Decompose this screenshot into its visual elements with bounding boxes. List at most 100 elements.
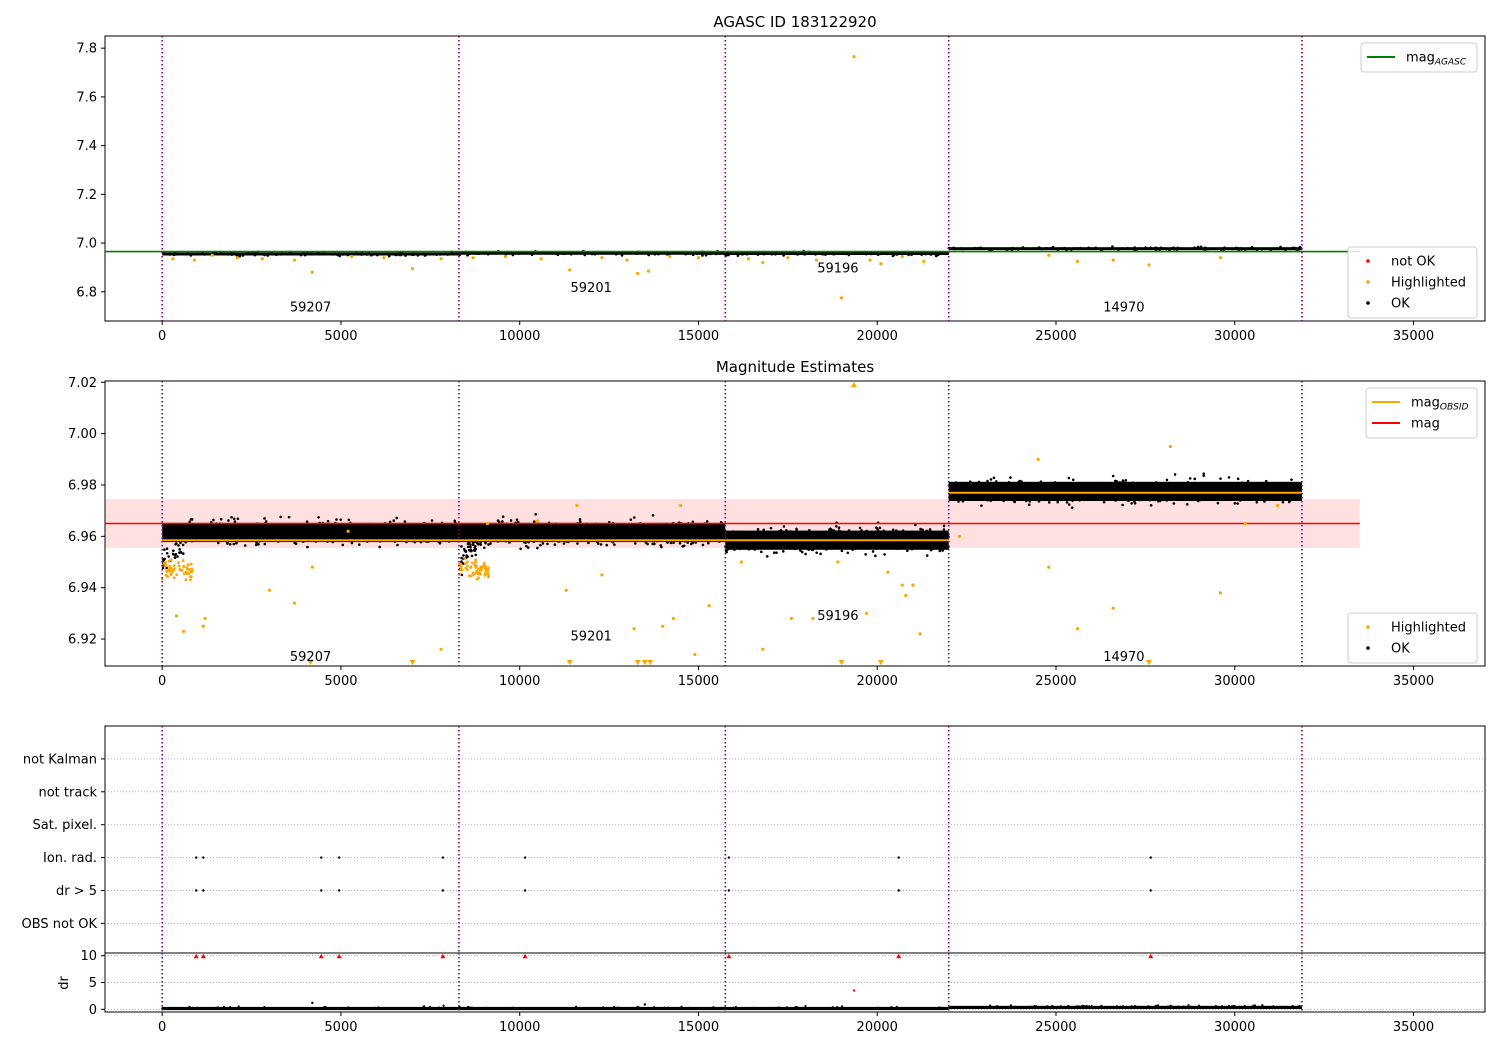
agasc-ok-point bbox=[233, 252, 236, 255]
estimates-highlighted-point bbox=[165, 569, 168, 573]
dr-point bbox=[902, 1007, 905, 1010]
estimates-ok-point bbox=[436, 528, 440, 531]
dr-point bbox=[409, 1007, 412, 1010]
agasc-ok-point bbox=[943, 252, 947, 256]
estimates-ok-point bbox=[1013, 495, 1016, 498]
estimates-highlighted-point bbox=[836, 560, 840, 564]
estimates-ok-point bbox=[200, 526, 203, 530]
estimates-ok-point bbox=[1090, 484, 1093, 487]
estimates-ok-point bbox=[538, 530, 541, 534]
flags-point bbox=[441, 856, 445, 859]
estimates-clipped-top-marker bbox=[850, 382, 857, 387]
agasc-ok-point bbox=[1196, 245, 1200, 249]
estimates-ok-point bbox=[937, 535, 941, 538]
estimates-ok-point bbox=[320, 531, 324, 535]
estimates-ok-point bbox=[328, 531, 332, 535]
estimates-ok-point bbox=[1124, 489, 1127, 492]
flags-point bbox=[523, 856, 527, 859]
estimates-ok-point bbox=[925, 529, 929, 533]
dr-point bbox=[1272, 1005, 1275, 1008]
estimates-ok-point bbox=[445, 534, 448, 537]
agasc-ok-point bbox=[776, 252, 780, 256]
estimates-highlighted-point bbox=[479, 572, 482, 576]
dr-point bbox=[237, 1005, 240, 1008]
dr-point bbox=[465, 1006, 469, 1010]
estimates-ok-point bbox=[190, 534, 193, 538]
estimates-ok-point bbox=[1027, 486, 1030, 489]
agasc-ok-point bbox=[477, 252, 481, 256]
flags-point bbox=[194, 856, 198, 859]
estimates-ok-point bbox=[1257, 488, 1261, 491]
estimates-ok-point bbox=[305, 534, 308, 538]
estimates-ok-point bbox=[1287, 500, 1291, 504]
estimates-ok-point bbox=[472, 534, 475, 538]
agasc-ok-point bbox=[342, 252, 346, 255]
estimates-ok-point bbox=[563, 530, 567, 534]
estimates-highlighted-point bbox=[575, 503, 579, 508]
estimates-ok-point bbox=[1001, 487, 1005, 490]
agasc-ok-point bbox=[842, 252, 845, 256]
estimates-ok-point bbox=[1284, 485, 1288, 488]
estimates-ok-point bbox=[1259, 496, 1263, 500]
estimates-ok-point bbox=[365, 528, 368, 532]
agasc-ok-point bbox=[1088, 246, 1091, 250]
dr-point bbox=[663, 1006, 666, 1009]
agasc-ok-point bbox=[1159, 246, 1163, 250]
estimates-ok-point bbox=[498, 530, 502, 534]
estimates-ok-point bbox=[448, 536, 452, 539]
dr-point bbox=[996, 1005, 999, 1008]
flags-point bbox=[320, 856, 323, 859]
dr-point bbox=[1085, 1004, 1088, 1008]
flags-point bbox=[727, 856, 731, 859]
agasc-ok-point bbox=[755, 252, 758, 255]
estimates-ytick-label: 6.92 bbox=[68, 633, 97, 648]
estimates-ok-point bbox=[181, 534, 185, 537]
estimates-ok-point bbox=[312, 531, 316, 534]
estimates-ok-point bbox=[918, 540, 921, 544]
estimates-ok-point bbox=[1074, 495, 1078, 498]
estimates-ok-point bbox=[240, 528, 244, 531]
estimates-ok-point bbox=[502, 525, 506, 528]
estimates-ok-point bbox=[858, 526, 862, 530]
estimates-ytick-label: 7.00 bbox=[68, 427, 97, 442]
estimates-ok-point bbox=[407, 535, 410, 538]
estimates-ok-point bbox=[274, 529, 277, 533]
estimates-ok-point bbox=[408, 527, 412, 530]
estimates-ok-point bbox=[834, 524, 838, 528]
estimates-ok-point bbox=[469, 545, 472, 549]
estimates-ok-point bbox=[529, 530, 533, 534]
estimates-ok-point bbox=[968, 497, 972, 500]
dr-point bbox=[1119, 1005, 1122, 1008]
estimates-ok-point bbox=[217, 526, 221, 529]
estimates-ok-point bbox=[1203, 482, 1207, 486]
flags-plot-area: not Kalman not track Sat. pixel. Ion. rad. d… bbox=[22, 725, 1486, 954]
estimates-ok-point bbox=[1129, 489, 1133, 492]
estimates-ok-point bbox=[1040, 495, 1044, 498]
agasc-ok-point bbox=[874, 252, 877, 255]
dr-point bbox=[782, 1007, 786, 1010]
agasc-ok-point bbox=[375, 253, 379, 257]
estimates-ok-point bbox=[414, 534, 418, 537]
estimates-ok-point bbox=[1184, 494, 1187, 498]
dr-point bbox=[1261, 1004, 1264, 1007]
estimates-ok-point bbox=[309, 534, 313, 537]
estimates-ok-point bbox=[990, 481, 994, 485]
estimates-ok-point bbox=[267, 526, 271, 530]
agasc-ok-point bbox=[1062, 247, 1066, 250]
estimates-ok-point bbox=[1234, 488, 1238, 492]
estimates-ok-point bbox=[588, 529, 592, 533]
estimates-ok-point bbox=[831, 533, 835, 536]
estimates-ok-point bbox=[714, 535, 718, 538]
estimates-ok-point bbox=[178, 551, 181, 554]
estimates-ok-point bbox=[620, 531, 624, 534]
agasc-ok-point bbox=[1011, 246, 1014, 250]
flags-point bbox=[202, 856, 205, 859]
estimates-xtick-label: 30000 bbox=[1214, 674, 1255, 689]
estimates-ok-point bbox=[657, 528, 660, 531]
agasc-ok-point bbox=[253, 253, 257, 257]
agasc-highlighted-point bbox=[761, 260, 765, 265]
dr-point bbox=[1063, 1005, 1066, 1009]
dr-point bbox=[692, 1007, 696, 1010]
estimates-highlighted-point bbox=[477, 576, 480, 580]
estimates-ok-point bbox=[173, 556, 177, 559]
